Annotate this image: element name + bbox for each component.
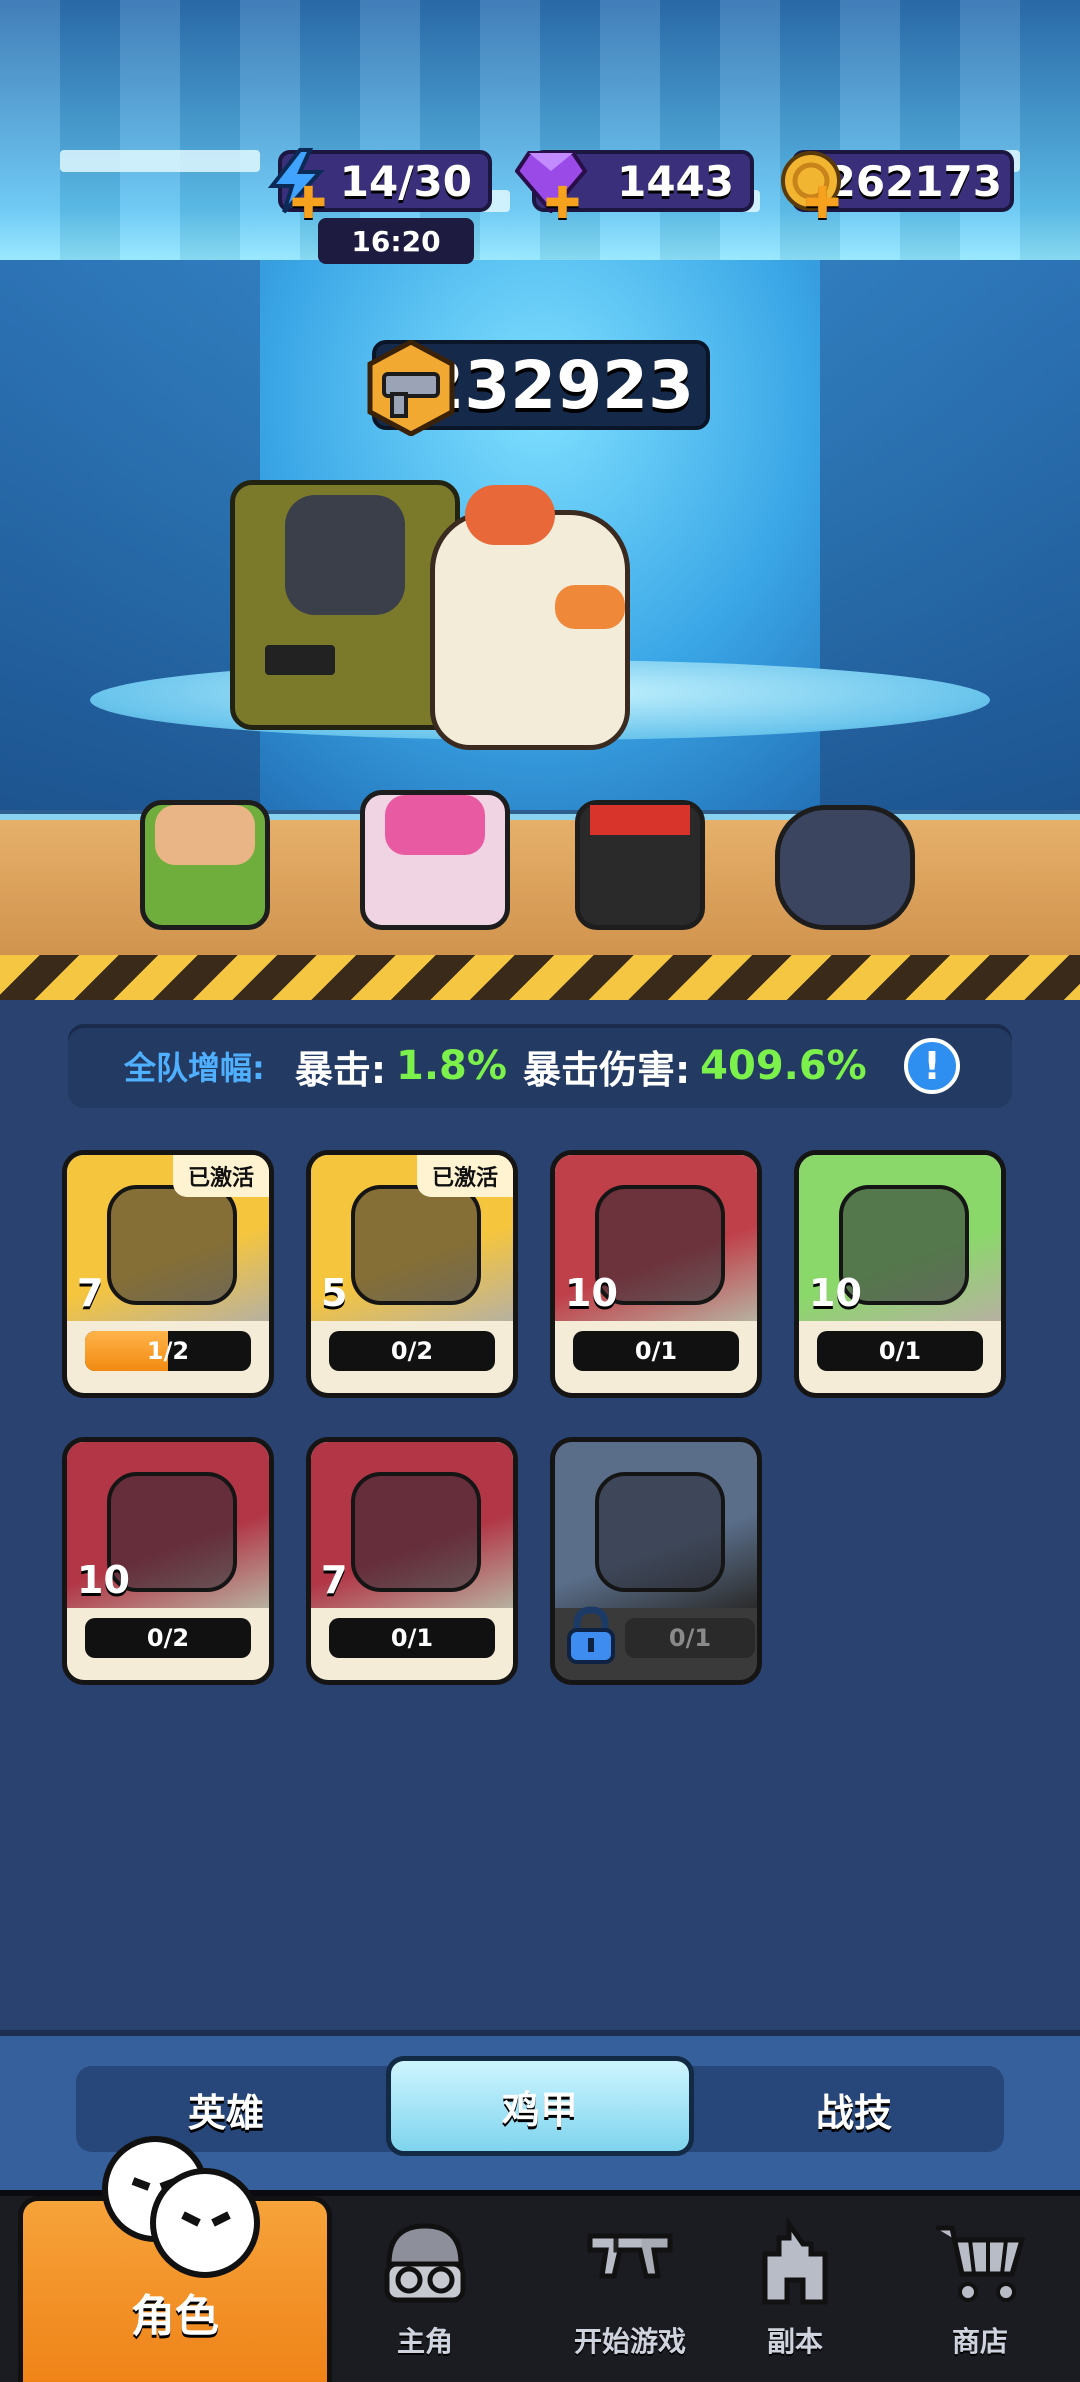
gold-coin-icon: ✚ xyxy=(774,144,848,229)
add-coin-icon[interactable]: ✚ xyxy=(804,178,841,229)
mech-card[interactable]: 7 0/1 xyxy=(306,1437,518,1685)
gun-power-icon xyxy=(367,340,455,436)
crit-damage-value: 409.6% xyxy=(700,1043,867,1089)
card-progress-bar: 0/1 xyxy=(817,1331,983,1371)
coin-bar[interactable]: ✚ 262173 xyxy=(781,150,1014,229)
card-progress-bar: 0/1 xyxy=(573,1331,739,1371)
tab-mech-label: 鸡甲 xyxy=(501,2087,578,2132)
nav-dungeon[interactable]: 副本 xyxy=(740,2196,850,2382)
progress-text: 0/1 xyxy=(390,1624,434,1652)
progress-text: 1/2 xyxy=(146,1337,190,1365)
mech-card[interactable]: 已激活 7 1/2 xyxy=(62,1150,274,1398)
crit-damage-label: 暴击伤害: xyxy=(522,1047,691,1092)
hazard-stripe xyxy=(0,955,1080,1000)
nav-main-label: 主角 xyxy=(396,2325,453,2358)
nav-role[interactable]: 角色 xyxy=(18,2136,332,2382)
energy-bar[interactable]: ✚ 14/30 xyxy=(267,148,492,229)
combat-power: 2232923 xyxy=(367,340,710,436)
hero-glasses[interactable] xyxy=(140,800,270,930)
progress-text: 0/2 xyxy=(390,1337,434,1365)
hero-pink-helmet[interactable] xyxy=(360,790,510,930)
card-progress-bar: 0/1 xyxy=(625,1618,755,1658)
crossed-guns-icon xyxy=(587,2233,673,2279)
card-level: 10 xyxy=(77,1558,130,1602)
mech-card[interactable]: 已激活 5 0/2 xyxy=(306,1150,518,1398)
card-level: 10 xyxy=(565,1271,618,1315)
nav-role-label: 角色 xyxy=(131,2291,219,2342)
ceiling xyxy=(0,0,1080,260)
locked-mech-art xyxy=(555,1442,757,1608)
chicken-beak xyxy=(555,585,625,629)
progress-text: 0/1 xyxy=(878,1337,922,1365)
lightning-icon: ✚ xyxy=(260,144,334,229)
chicken-comb xyxy=(465,485,555,545)
nav-shop[interactable]: 商店 xyxy=(920,2196,1040,2382)
card-level: 10 xyxy=(809,1271,862,1315)
helmet-glasses-icon xyxy=(384,2223,466,2303)
progress-text: 0/2 xyxy=(146,1624,190,1652)
card-progress-bar: 0/1 xyxy=(329,1618,495,1658)
card-progress-bar: 0/2 xyxy=(329,1331,495,1371)
mech-card[interactable]: 10 0/1 xyxy=(550,1150,762,1398)
chicken-character[interactable] xyxy=(430,485,630,750)
role-faces-icon xyxy=(102,2136,260,2278)
crit-label: 暴击: xyxy=(294,1047,387,1092)
nav-start-game-label: 开始游戏 xyxy=(573,2325,686,2358)
crit-value: 1.8% xyxy=(396,1043,507,1089)
nav-shop-label: 商店 xyxy=(951,2325,1008,2358)
shopping-cart-icon xyxy=(936,2225,1026,2302)
card-level: 5 xyxy=(321,1271,348,1315)
castle-icon xyxy=(762,2218,828,2305)
hero-headband-strip xyxy=(590,805,690,835)
hero-face xyxy=(155,805,255,865)
ceiling-light xyxy=(60,150,260,172)
lock-icon xyxy=(567,1606,615,1664)
coin-value: 262173 xyxy=(826,156,1002,206)
tab-hero-label: 英雄 xyxy=(187,2090,264,2135)
card-progress-bar: 1/2 xyxy=(85,1331,251,1371)
mech-card[interactable]: 10 0/2 xyxy=(62,1437,274,1685)
progress-text: 0/1 xyxy=(634,1337,678,1365)
nav-main[interactable]: 主角 xyxy=(360,2196,490,2382)
card-level: 7 xyxy=(321,1558,348,1602)
tab-skill[interactable]: 战技 xyxy=(704,2066,1004,2152)
hangar-scene: ✚ 14/30 16:20 ✚ 1443 ✚ 262173 2232923 xyxy=(0,0,1080,1000)
activated-tag: 已激活 xyxy=(173,1155,269,1197)
nav-start-game[interactable]: 开始游戏 xyxy=(540,2196,720,2382)
gorilla-head xyxy=(285,495,405,615)
gorilla-mech-character[interactable] xyxy=(230,480,460,730)
add-gem-icon[interactable]: ✚ xyxy=(544,178,581,229)
gem-bar[interactable]: ✚ 1443 xyxy=(515,150,754,229)
team-buff-panel: 全队增幅: 暴击: 1.8% 暴击伤害: 409.6% ! xyxy=(68,1024,1012,1108)
hero-gasmask[interactable] xyxy=(775,805,915,930)
purple-gem-icon: ✚ xyxy=(514,144,588,229)
info-icon[interactable]: ! xyxy=(904,1038,960,1094)
right-wall xyxy=(820,260,1080,820)
mech-card[interactable]: 10 0/1 xyxy=(794,1150,1006,1398)
team-buff-label: 全队增幅: xyxy=(124,1049,265,1087)
hero-helmet xyxy=(385,795,485,855)
mech-display xyxy=(265,645,335,675)
card-progress-bar: 0/2 xyxy=(85,1618,251,1658)
tab-skill-label: 战技 xyxy=(815,2090,892,2135)
progress-text: 0/1 xyxy=(668,1624,712,1652)
energy-timer: 16:20 xyxy=(318,218,474,264)
card-level: 7 xyxy=(77,1271,104,1315)
tab-mech[interactable]: 鸡甲 xyxy=(386,2056,694,2156)
hero-headband[interactable] xyxy=(575,800,705,930)
mech-card[interactable]: 0/1 xyxy=(550,1437,762,1685)
gem-value: 1443 xyxy=(617,156,734,206)
activated-tag: 已激活 xyxy=(417,1155,513,1197)
left-wall xyxy=(0,260,260,820)
nav-dungeon-label: 副本 xyxy=(766,2325,823,2358)
energy-value: 14/30 xyxy=(339,156,472,206)
